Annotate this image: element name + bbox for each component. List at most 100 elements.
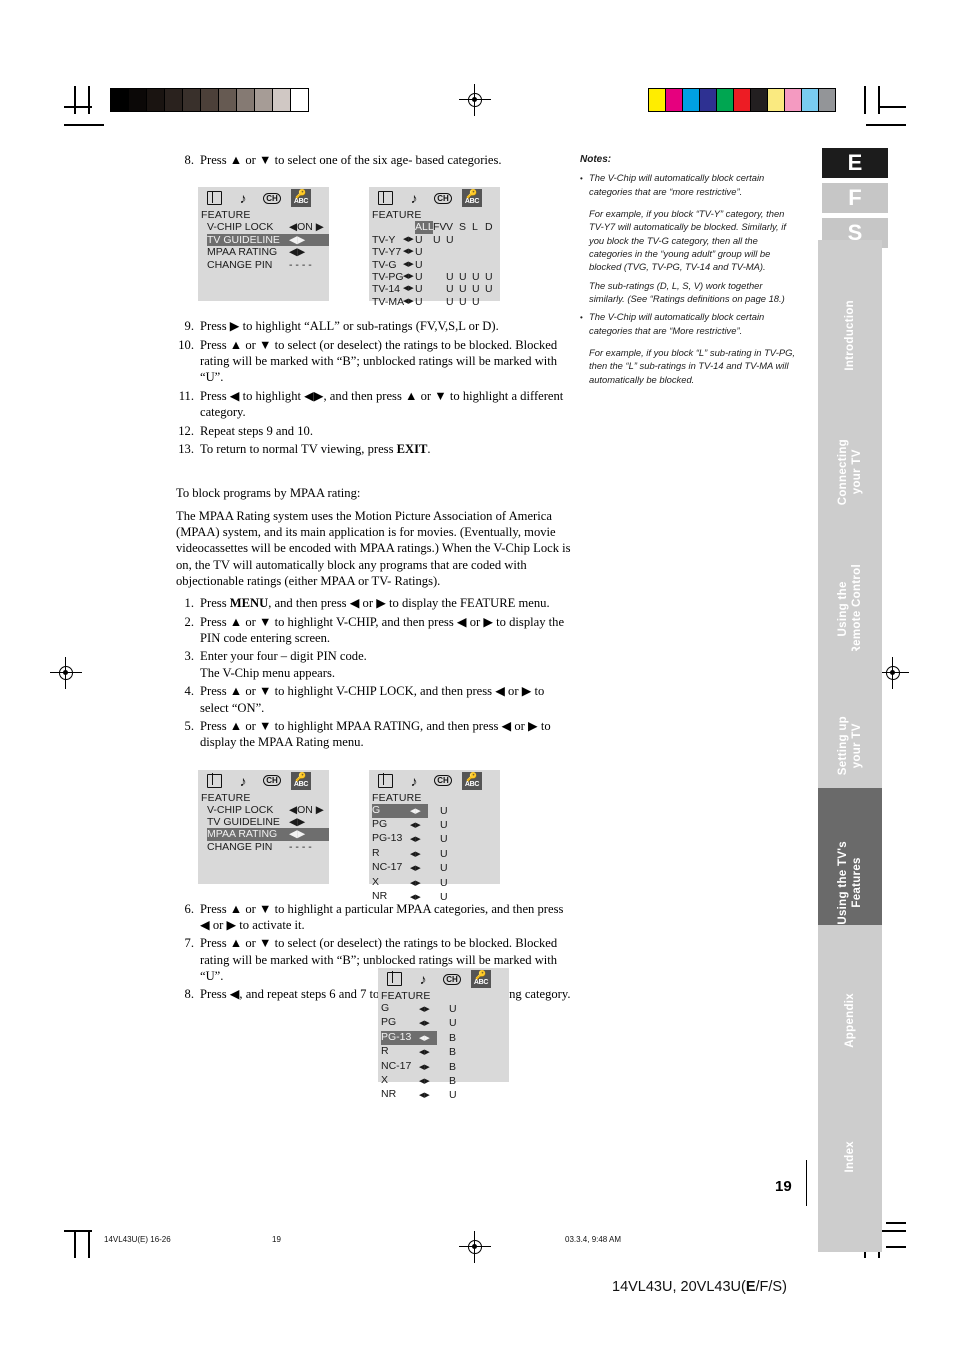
- osd-mpaa-row[interactable]: G ◀▶ U: [381, 1002, 509, 1016]
- osd-mpaa-value[interactable]: B: [449, 1032, 456, 1044]
- left-right-arrows-icon[interactable]: ◀▶: [419, 1078, 430, 1085]
- osd-grid-cell[interactable]: U: [415, 283, 433, 295]
- osd-grid-row[interactable]: TV-Y ◀▶ U U U: [372, 234, 500, 246]
- osd-mpaa-row[interactable]: NC-17 ◀▶ B: [381, 1060, 509, 1074]
- osd-grid-cell[interactable]: U: [485, 271, 498, 283]
- osd-mpaa-row[interactable]: NC-17 ◀▶ U: [372, 861, 500, 875]
- audio-note-icon[interactable]: ♪: [404, 189, 424, 207]
- audio-note-icon[interactable]: ♪: [404, 772, 424, 790]
- osd-grid-row[interactable]: TV-PG ◀▶ U U U U U: [372, 271, 500, 283]
- osd-grid-cell[interactable]: U: [446, 296, 459, 308]
- language-tab-e[interactable]: E: [822, 148, 888, 178]
- osd-grid-cell[interactable]: U: [485, 283, 498, 295]
- audio-note-icon[interactable]: ♪: [413, 970, 433, 988]
- osd-mpaa-row[interactable]: X ◀▶ U: [372, 876, 500, 890]
- osd-mpaa-value[interactable]: B: [449, 1061, 456, 1073]
- osd-grid-cell[interactable]: U: [459, 283, 472, 295]
- lock-abc-icon[interactable]: 🔑 ABC: [291, 189, 311, 208]
- osd-mpaa-row[interactable]: PG-13 ◀▶ U: [372, 832, 500, 846]
- osd-menu-item[interactable]: CHANGE PIN - - - -: [207, 259, 329, 271]
- left-right-arrows-icon[interactable]: ◀▶: [410, 822, 421, 829]
- osd-menu-item[interactable]: V-CHIP LOCK ◀ON ▶: [207, 221, 329, 233]
- left-right-arrows-icon[interactable]: ◀▶: [419, 1035, 430, 1042]
- osd-mpaa-row[interactable]: NR ◀▶ U: [381, 1088, 509, 1102]
- osd-mpaa-row[interactable]: R ◀▶ U: [372, 847, 500, 861]
- osd-grid-cell[interactable]: U: [472, 283, 485, 295]
- left-right-arrows-icon[interactable]: ◀▶: [403, 246, 415, 258]
- osd-mpaa-row[interactable]: NR ◀▶ U: [372, 890, 500, 904]
- osd-grid-cell[interactable]: U: [415, 234, 433, 246]
- left-right-arrows-icon[interactable]: ◀▶: [419, 1006, 430, 1013]
- osd-grid-cell[interactable]: U: [446, 271, 459, 283]
- osd-mpaa-value[interactable]: U: [440, 848, 448, 860]
- left-right-arrows-icon[interactable]: ◀▶: [410, 865, 421, 872]
- lock-abc-icon[interactable]: 🔑 ABC: [471, 970, 491, 988]
- language-tab-f[interactable]: F: [822, 183, 888, 213]
- osd-grid-cell[interactable]: U: [472, 271, 485, 283]
- osd-mpaa-value[interactable]: U: [440, 819, 448, 831]
- picture-icon[interactable]: [384, 970, 404, 988]
- osd-mpaa-value[interactable]: U: [440, 862, 448, 874]
- osd-grid-cell[interactable]: U: [415, 259, 433, 271]
- osd-grid-cell[interactable]: U: [472, 296, 485, 308]
- left-right-arrows-icon[interactable]: ◀▶: [403, 271, 415, 283]
- left-right-arrows-icon[interactable]: ◀▶: [403, 296, 415, 308]
- left-right-arrows-icon[interactable]: ◀▶: [403, 283, 415, 295]
- picture-icon[interactable]: [204, 189, 224, 207]
- osd-grid-cell[interactable]: U: [446, 283, 459, 295]
- osd-mpaa-value[interactable]: U: [449, 1003, 457, 1015]
- osd-grid-cell[interactable]: U: [459, 271, 472, 283]
- osd-grid-row[interactable]: TV-G ◀▶ U: [372, 259, 500, 271]
- picture-icon[interactable]: [204, 772, 224, 790]
- osd-mpaa-row[interactable]: PG ◀▶ U: [381, 1016, 509, 1030]
- left-right-arrows-icon[interactable]: ◀▶: [419, 1020, 430, 1027]
- left-right-arrows-icon[interactable]: ◀▶: [410, 880, 421, 887]
- osd-grid-cell[interactable]: U: [459, 296, 472, 308]
- osd-mpaa-row[interactable]: X ◀▶ B: [381, 1074, 509, 1088]
- left-right-arrows-icon[interactable]: ◀▶: [410, 836, 421, 843]
- left-right-arrows-icon[interactable]: ◀▶: [419, 1064, 430, 1071]
- osd-menu-item[interactable]: MPAA RATING ◀▶: [207, 246, 329, 258]
- osd-grid-row[interactable]: TV-14 ◀▶ U U U U U: [372, 283, 500, 295]
- osd-menu-item[interactable]: CHANGE PIN - - - -: [207, 841, 329, 853]
- osd-menu-item[interactable]: TV GUIDELINE ◀▶: [207, 233, 329, 247]
- left-right-arrows-icon[interactable]: ◀▶: [403, 234, 415, 246]
- left-right-arrows-icon[interactable]: ◀▶: [419, 1049, 430, 1056]
- channel-icon[interactable]: CH: [433, 189, 453, 207]
- audio-note-icon[interactable]: ♪: [233, 772, 253, 790]
- osd-grid-row[interactable]: TV-Y7 ◀▶ U: [372, 246, 500, 258]
- osd-grid-cell[interactable]: U: [415, 271, 433, 283]
- channel-icon[interactable]: CH: [433, 772, 453, 790]
- osd-mpaa-row[interactable]: PG ◀▶ U: [372, 818, 500, 832]
- lock-abc-icon[interactable]: 🔑 ABC: [291, 771, 311, 790]
- osd-menu-item[interactable]: MPAA RATING ◀▶: [207, 828, 329, 841]
- osd-mpaa-value[interactable]: U: [449, 1089, 457, 1101]
- osd-mpaa-value[interactable]: B: [449, 1046, 456, 1058]
- osd-mpaa-value[interactable]: U: [440, 891, 448, 903]
- osd-menu-item[interactable]: TV GUIDELINE ◀▶: [207, 816, 329, 828]
- audio-note-icon[interactable]: ♪: [233, 189, 253, 207]
- osd-grid-cell[interactable]: U: [415, 246, 433, 258]
- osd-mpaa-value[interactable]: U: [440, 805, 448, 817]
- osd-mpaa-row[interactable]: R ◀▶ B: [381, 1045, 509, 1059]
- left-right-arrows-icon[interactable]: ◀▶: [410, 851, 421, 858]
- picture-icon[interactable]: [375, 772, 395, 790]
- channel-icon[interactable]: CH: [262, 189, 282, 207]
- picture-icon[interactable]: [375, 189, 395, 207]
- osd-grid-row[interactable]: TV-MA ◀▶ U U U U: [372, 296, 500, 308]
- left-right-arrows-icon[interactable]: ◀▶: [410, 894, 421, 901]
- osd-mpaa-value[interactable]: U: [440, 877, 448, 889]
- left-right-arrows-icon[interactable]: ◀▶: [410, 808, 421, 815]
- osd-mpaa-row[interactable]: G ◀▶ U: [372, 803, 500, 819]
- lock-abc-icon[interactable]: 🔑 ABC: [462, 771, 482, 790]
- left-right-arrows-icon[interactable]: ◀▶: [419, 1092, 430, 1099]
- channel-icon[interactable]: CH: [442, 970, 462, 988]
- osd-grid-cell[interactable]: U: [415, 296, 433, 308]
- osd-mpaa-value[interactable]: B: [449, 1075, 456, 1087]
- osd-mpaa-value[interactable]: U: [440, 833, 448, 845]
- osd-mpaa-row[interactable]: PG-13 ◀▶ B: [381, 1030, 509, 1046]
- left-right-arrows-icon[interactable]: ◀▶: [403, 259, 415, 271]
- osd-grid-cell[interactable]: U: [446, 234, 459, 246]
- osd-menu-item[interactable]: V-CHIP LOCK ◀ON ▶: [207, 804, 329, 816]
- osd-grid-cell[interactable]: U: [433, 234, 446, 246]
